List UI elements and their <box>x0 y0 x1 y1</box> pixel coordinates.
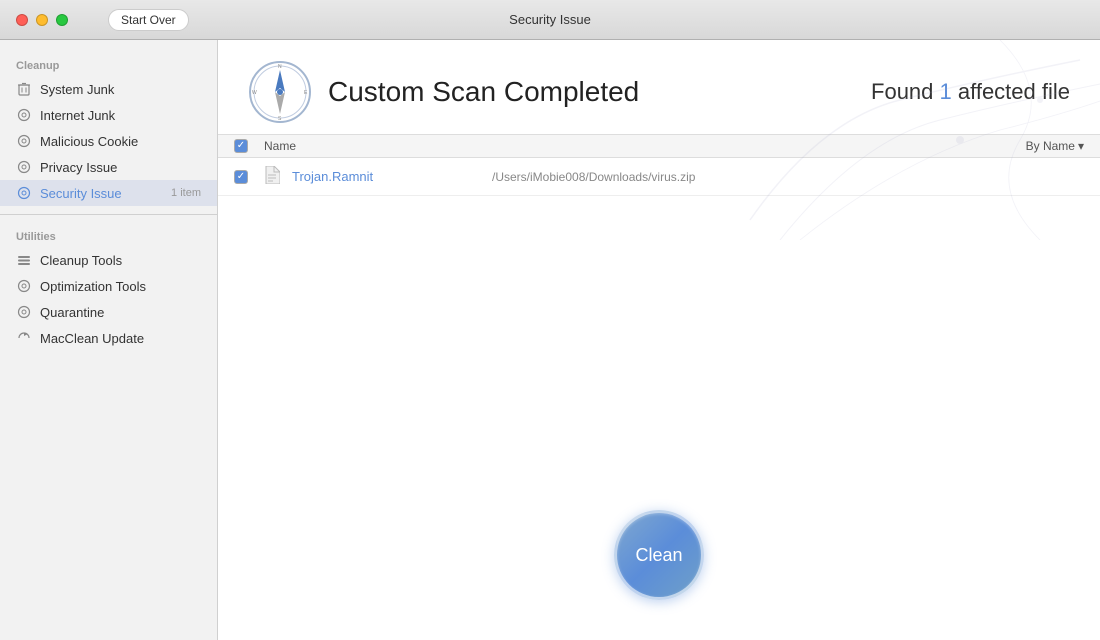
found-count: 1 <box>940 79 952 104</box>
sort-label: By Name <box>1026 139 1075 153</box>
close-button[interactable] <box>16 14 28 26</box>
scan-result-left: N S E W Custom Scan Completed <box>248 60 639 124</box>
content-area: N S E W Custom Scan Completed Found 1 af… <box>218 40 1100 640</box>
cleanup-tools-label: Cleanup Tools <box>40 253 201 268</box>
select-all-checkbox[interactable] <box>234 139 248 153</box>
titlebar: Start Over Security Issue <box>0 0 1100 40</box>
sidebar-item-security-issue[interactable]: Security Issue 1 item <box>0 180 217 206</box>
optimization-tools-label: Optimization Tools <box>40 279 201 294</box>
system-junk-label: System Junk <box>40 82 201 97</box>
clean-button[interactable]: Clean <box>614 510 704 600</box>
cleanup-tools-icon <box>16 252 32 268</box>
minimize-button[interactable] <box>36 14 48 26</box>
sidebar-divider <box>0 214 217 215</box>
sort-chevron-icon: ▾ <box>1078 139 1084 153</box>
scan-title: Custom Scan Completed <box>328 76 639 108</box>
table-row: Trojan.Ramnit /Users/iMobie008/Downloads… <box>218 158 1100 196</box>
file-name[interactable]: Trojan.Ramnit <box>292 169 472 184</box>
file-list-body: Trojan.Ramnit /Users/iMobie008/Downloads… <box>218 158 1100 450</box>
found-suffix: affected file <box>952 79 1070 104</box>
main-layout: Cleanup System Junk Internet Junk <box>0 40 1100 640</box>
sidebar-item-quarantine[interactable]: Quarantine <box>0 299 217 325</box>
sidebar-item-privacy-issue[interactable]: Privacy Issue <box>0 154 217 180</box>
header-check-col <box>234 139 264 153</box>
row-check-col <box>234 170 264 184</box>
file-list-header: Name By Name ▾ <box>218 134 1100 158</box>
svg-text:N: N <box>278 64 282 70</box>
file-icon <box>264 166 284 187</box>
found-prefix: Found <box>871 79 940 104</box>
row-checkbox[interactable] <box>234 170 248 184</box>
compass-icon: N S E W <box>248 60 312 124</box>
file-path: /Users/iMobie008/Downloads/virus.zip <box>492 170 695 184</box>
sidebar-item-optimization-tools[interactable]: Optimization Tools <box>0 273 217 299</box>
security-issue-badge: 1 item <box>171 187 201 199</box>
sidebar-item-macclean-update[interactable]: MacClean Update <box>0 325 217 351</box>
cookie-icon <box>16 133 32 149</box>
svg-text:W: W <box>252 90 257 96</box>
sidebar-utilities-label: Utilities <box>0 223 217 247</box>
quarantine-label: Quarantine <box>40 305 201 320</box>
clean-btn-container: Clean <box>218 450 1100 640</box>
malicious-cookie-label: Malicious Cookie <box>40 134 201 149</box>
trash-icon <box>16 81 32 97</box>
internet-junk-label: Internet Junk <box>40 108 201 123</box>
sidebar-item-internet-junk[interactable]: Internet Junk <box>0 102 217 128</box>
macclean-update-label: MacClean Update <box>40 331 201 346</box>
scan-result-right: Found 1 affected file <box>871 79 1070 105</box>
sort-button[interactable]: By Name ▾ <box>1026 139 1084 153</box>
privacy-issue-label: Privacy Issue <box>40 160 201 175</box>
sidebar-cleanup-label: Cleanup <box>0 52 217 76</box>
sidebar: Cleanup System Junk Internet Junk <box>0 40 218 640</box>
sidebar-item-malicious-cookie[interactable]: Malicious Cookie <box>0 128 217 154</box>
content-header: N S E W Custom Scan Completed Found 1 af… <box>218 40 1100 134</box>
optimization-icon <box>16 278 32 294</box>
update-icon <box>16 330 32 346</box>
window-controls <box>16 14 68 26</box>
sidebar-item-cleanup-tools[interactable]: Cleanup Tools <box>0 247 217 273</box>
sidebar-item-system-junk[interactable]: System Junk <box>0 76 217 102</box>
start-over-button[interactable]: Start Over <box>108 9 189 31</box>
window-title: Security Issue <box>509 12 591 27</box>
privacy-icon <box>16 159 32 175</box>
maximize-button[interactable] <box>56 14 68 26</box>
security-issue-label: Security Issue <box>40 186 171 201</box>
header-name-col: Name <box>264 139 1026 153</box>
security-icon <box>16 185 32 201</box>
quarantine-icon <box>16 304 32 320</box>
circle-icon <box>16 107 32 123</box>
